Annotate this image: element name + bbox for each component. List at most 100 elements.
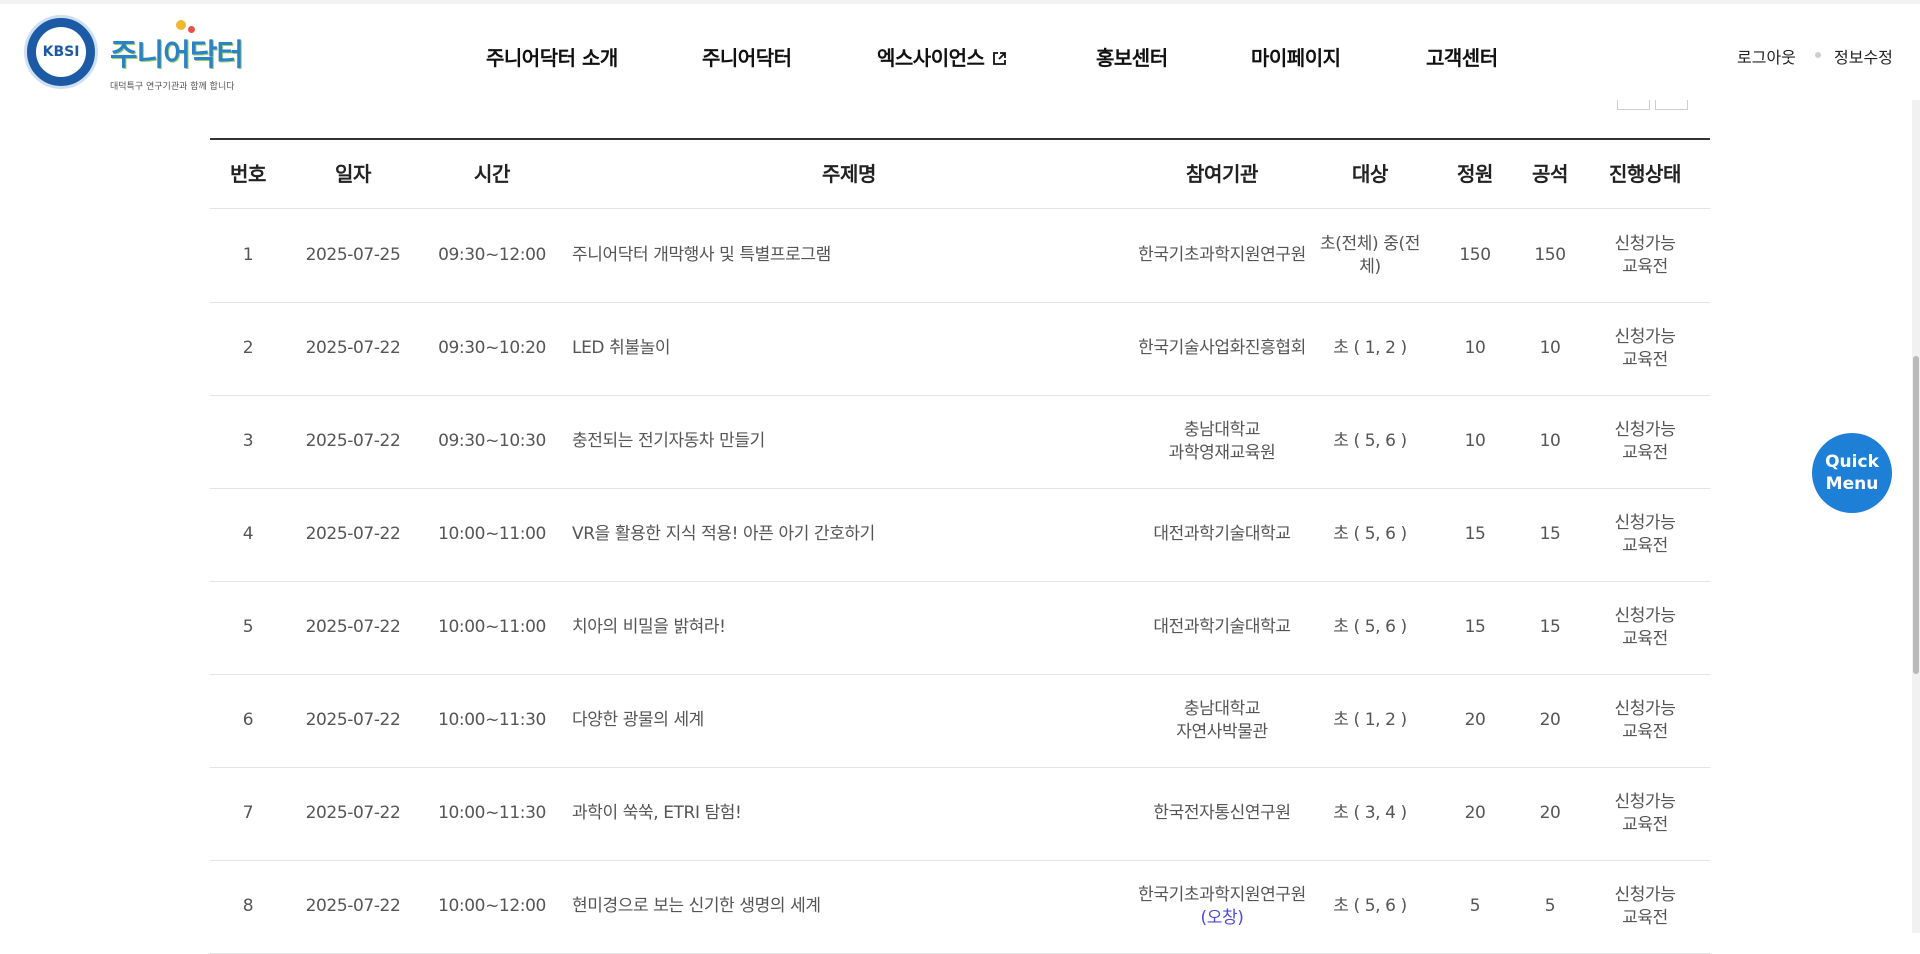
cell-time: 09:30~10:30 (438, 431, 546, 451)
cell-org: 대전과학기술대학교 (1134, 581, 1310, 674)
org-line: 대전과학기술대학교 (1153, 617, 1291, 637)
cell-title[interactable]: LED 취불놀이 (572, 302, 1134, 395)
kbsi-seal-icon: KBSI (36, 27, 86, 77)
cell-status: 신청가능 교육전 (1580, 395, 1710, 488)
nav-label: 고객센터 (1426, 46, 1498, 70)
header-top-line (0, 0, 1920, 4)
cell-no: 1 (242, 245, 254, 265)
cell-time: 10:00~11:00 (438, 617, 546, 637)
cell-title[interactable]: 현미경으로 보는 신기한 생명의 세계 (572, 860, 1134, 953)
table-header-row: 번호 일자 시간 주제명 참여기관 대상 정원 공석 진행상태 (210, 140, 1710, 209)
cell-time: 10:00~12:00 (438, 896, 546, 916)
table-row[interactable]: 2 2025-07-22 09:30~10:20 LED 취불놀이 한국기술사업화진흥협… (210, 302, 1710, 396)
cell-title[interactable]: VR을 활용한 지식 적용! 아픈 아기 간호하기 (572, 488, 1134, 581)
cell-date: 2025-07-22 (305, 338, 401, 358)
cell-no: 7 (242, 803, 254, 823)
cell-vacancy: 20 (1539, 803, 1561, 823)
cell-status: 신청가능 교육전 (1580, 860, 1710, 953)
cell-org: 한국기술사업화진흥협회 (1134, 302, 1310, 395)
logo-decoration-icon (176, 20, 186, 30)
column-header-capacity: 정원 (1457, 161, 1493, 186)
column-header-org: 참여기관 (1186, 161, 1258, 186)
status-line: 교육전 (1622, 256, 1668, 277)
table-row[interactable]: 3 2025-07-22 09:30~10:30 충전되는 전기자동차 만들기 충남대학… (210, 395, 1710, 489)
logo-tagline: 대덕특구 연구기관과 함께 합니다 (110, 82, 235, 92)
cell-title[interactable]: 과학이 쑥쑥, ETRI 탐험! (572, 767, 1134, 860)
logout-link[interactable]: 로그아웃 (1737, 44, 1796, 68)
cell-org: 한국기초과학지원연구원 (1134, 209, 1310, 302)
table-row[interactable]: 8 2025-07-22 10:00~12:00 현미경으로 보는 신기한 생명의 세… (210, 860, 1710, 954)
cell-time: 10:00~11:30 (438, 803, 546, 823)
nav-item-intro[interactable]: 주니어닥터 소개 (486, 42, 618, 71)
quick-menu-button[interactable]: Quick Menu (1812, 433, 1892, 513)
org-line: 자연사박물관 (1176, 721, 1268, 742)
cell-title[interactable]: 주니어닥터 개막행사 및 특별프로그램 (572, 209, 1134, 302)
cell-title[interactable]: 다양한 광물의 세계 (572, 674, 1134, 767)
page-scrollbar-thumb[interactable] (1913, 356, 1919, 674)
kbsi-logo[interactable]: KBSI (24, 15, 98, 89)
cell-date: 2025-07-22 (305, 896, 401, 916)
nav-item-pr-center[interactable]: 홍보센터 (1096, 42, 1168, 71)
nav-label: 마이페이지 (1251, 46, 1341, 70)
cell-vacancy: 10 (1539, 338, 1561, 358)
column-header-time: 시간 (474, 161, 510, 186)
column-header-vacancy: 공석 (1532, 161, 1568, 186)
table-row[interactable]: 5 2025-07-22 10:00~11:00 치아의 비밀을 밝혀라! 대전과학기술… (210, 581, 1710, 675)
status-line: 교육전 (1622, 628, 1668, 649)
nav-item-mypage[interactable]: 마이페이지 (1251, 42, 1341, 71)
cell-target: 초(전체) 중(전체) (1320, 233, 1420, 277)
cell-status: 신청가능 교육전 (1580, 302, 1710, 395)
cell-status: 신청가능 교육전 (1580, 581, 1710, 674)
cell-title[interactable]: 충전되는 전기자동차 만들기 (572, 395, 1134, 488)
status-line: 신청가능 (1614, 884, 1676, 905)
status-line: 교육전 (1622, 721, 1668, 742)
status-line: 신청가능 (1614, 326, 1676, 347)
nav-item-junior-doctor[interactable]: 주니어닥터 (702, 42, 792, 71)
org-line: 충남대학교 (1183, 419, 1261, 440)
status-line: 교육전 (1622, 907, 1668, 928)
cell-target: 초 ( 3, 4 ) (1333, 803, 1407, 823)
cell-date: 2025-07-22 (305, 617, 401, 637)
cell-status: 신청가능 교육전 (1580, 488, 1710, 581)
status-line: 교육전 (1622, 442, 1668, 463)
cell-date: 2025-07-22 (305, 803, 401, 823)
nav-item-customer-center[interactable]: 고객센터 (1426, 42, 1498, 71)
cell-capacity: 20 (1464, 710, 1486, 730)
site-header: KBSI 주니어닥터 대덕특구 연구기관과 함께 합니다 주니어닥터 소개 주니… (0, 0, 1920, 100)
cell-target: 초 ( 5, 6 ) (1333, 524, 1407, 544)
status-line: 신청가능 (1614, 512, 1676, 533)
cell-capacity: 15 (1464, 617, 1486, 637)
kbsi-seal-text: KBSI (42, 44, 80, 60)
separator-dot-icon (1815, 52, 1821, 58)
edit-info-link[interactable]: 정보수정 (1834, 44, 1893, 68)
table-row[interactable]: 4 2025-07-22 10:00~11:00 VR을 활용한 지식 적용! 아픈 … (210, 488, 1710, 582)
cell-no: 4 (242, 524, 254, 544)
column-header-no: 번호 (230, 161, 266, 186)
status-line: 교육전 (1622, 814, 1668, 835)
nav-item-xscience[interactable]: 엑스사이언스 (877, 42, 1007, 71)
cell-target: 초 ( 1, 2 ) (1333, 338, 1407, 358)
cell-date: 2025-07-22 (305, 524, 401, 544)
quick-menu-label-line2: Menu (1825, 474, 1879, 494)
cell-capacity: 20 (1464, 803, 1486, 823)
status-line: 신청가능 (1614, 698, 1676, 719)
table-row[interactable]: 7 2025-07-22 10:00~11:30 과학이 쑥쑥, ETRI 탐험! 한국… (210, 767, 1710, 861)
cell-vacancy: 20 (1539, 710, 1561, 730)
cell-vacancy: 15 (1539, 524, 1561, 544)
org-line: 한국기초과학지원연구원 (1138, 245, 1306, 265)
column-header-title: 주제명 (822, 161, 876, 186)
nav-label: 주니어닥터 소개 (486, 46, 618, 70)
status-line: 교육전 (1622, 349, 1668, 370)
cell-org: 대전과학기술대학교 (1134, 488, 1310, 581)
cell-title[interactable]: 치아의 비밀을 밝혀라! (572, 581, 1134, 674)
table-row[interactable]: 1 2025-07-25 09:30~12:00 주니어닥터 개막행사 및 특별프로그… (210, 209, 1710, 303)
cell-date: 2025-07-22 (305, 710, 401, 730)
junior-doctor-logo[interactable]: 주니어닥터 (110, 18, 245, 76)
cell-org: 한국기초과학지원연구원 (오창) (1134, 860, 1310, 953)
cell-capacity: 10 (1464, 431, 1486, 451)
cell-org: 충남대학교 자연사박물관 (1134, 674, 1310, 767)
cell-vacancy: 15 (1539, 617, 1561, 637)
table-row[interactable]: 6 2025-07-22 10:00~11:30 다양한 광물의 세계 충남대학교 자연사… (210, 674, 1710, 768)
cell-capacity: 150 (1459, 245, 1491, 265)
cell-capacity: 15 (1464, 524, 1486, 544)
